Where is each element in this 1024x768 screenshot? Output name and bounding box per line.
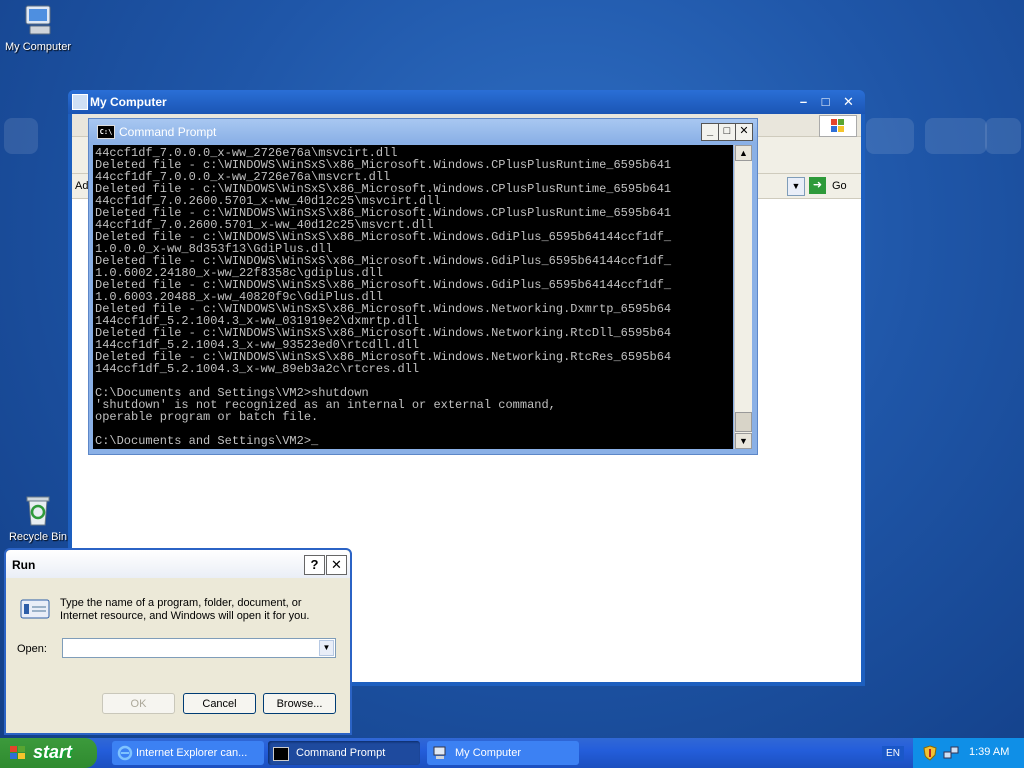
command-prompt-titlebar[interactable]: C:\ Command Prompt _ □ ✕ bbox=[89, 119, 757, 143]
ok-button[interactable]: OK bbox=[102, 693, 175, 714]
window-title: Command Prompt bbox=[119, 125, 217, 139]
clock[interactable]: 1:39 AM bbox=[969, 746, 1009, 758]
scroll-thumb[interactable] bbox=[735, 412, 752, 432]
internet-explorer-icon bbox=[117, 745, 133, 761]
language-indicator[interactable]: EN bbox=[882, 746, 904, 761]
address-dropdown-button[interactable]: ▼ bbox=[787, 177, 805, 196]
windows-flag-icon bbox=[9, 745, 27, 761]
close-button[interactable]: ✕ bbox=[326, 555, 347, 575]
scroll-up-arrow-icon[interactable]: ▲ bbox=[735, 145, 752, 161]
security-shield-icon[interactable] bbox=[923, 745, 937, 761]
cancel-button[interactable]: Cancel bbox=[183, 693, 256, 714]
open-dropdown-arrow-icon[interactable]: ▼ bbox=[319, 640, 334, 656]
taskbar-item-command-prompt[interactable]: Command Prompt bbox=[268, 741, 420, 765]
close-button[interactable]: ✕ bbox=[735, 123, 753, 141]
close-button[interactable]: ✕ bbox=[839, 93, 858, 110]
dialog-title: Run bbox=[12, 558, 36, 572]
my-computer-icon bbox=[432, 745, 448, 761]
system-tray: 1:39 AM bbox=[913, 738, 1024, 768]
command-prompt-icon bbox=[273, 747, 289, 761]
desktop-icon-label: My Computer bbox=[4, 41, 72, 53]
network-icon[interactable] bbox=[943, 745, 959, 761]
start-label: start bbox=[33, 742, 73, 762]
taskbar-item-internet-explorer[interactable]: Internet Explorer can... bbox=[112, 741, 264, 765]
my-computer-titlebar[interactable]: My Computer – □ ✕ bbox=[68, 90, 865, 114]
desktop-icon-recycle-bin[interactable]: Recycle Bin bbox=[0, 492, 78, 543]
my-computer-window-icon bbox=[72, 94, 88, 110]
start-button[interactable]: start bbox=[0, 738, 97, 768]
run-dialog[interactable]: Run ? ✕ Type the name of a program, fold… bbox=[4, 548, 352, 735]
taskbar-item-label: Command Prompt bbox=[296, 747, 386, 759]
run-dialog-titlebar[interactable]: Run ? ✕ bbox=[6, 550, 350, 578]
taskbar-item-label: Internet Explorer can... bbox=[136, 747, 248, 759]
maximize-button[interactable]: □ bbox=[718, 123, 736, 141]
open-combobox[interactable]: ▼ bbox=[62, 638, 336, 658]
help-button[interactable]: ? bbox=[304, 555, 325, 575]
run-program-icon bbox=[18, 597, 52, 621]
cmd-window-icon: C:\ bbox=[97, 125, 115, 139]
browse-button[interactable]: Browse... bbox=[263, 693, 336, 714]
console-text: 44ccf1df_7.0.0.0_x-ww_2726e76a\msvcirt.d… bbox=[95, 146, 672, 448]
maximize-button[interactable]: □ bbox=[816, 93, 835, 110]
go-button[interactable]: Go bbox=[832, 180, 847, 192]
window-title: My Computer bbox=[90, 95, 167, 109]
my-computer-icon bbox=[20, 2, 56, 38]
desktop-icon-label: Recycle Bin bbox=[8, 531, 68, 543]
taskbar-item-my-computer[interactable]: My Computer bbox=[427, 741, 579, 765]
run-description: Type the name of a program, folder, docu… bbox=[60, 597, 310, 622]
desktop-icon-my-computer[interactable]: My Computer bbox=[0, 2, 78, 53]
console-output[interactable]: 44ccf1df_7.0.0.0_x-ww_2726e76a\msvcirt.d… bbox=[93, 145, 733, 449]
go-arrow-icon[interactable]: ➜ bbox=[809, 177, 826, 194]
scroll-down-arrow-icon[interactable]: ▼ bbox=[735, 433, 752, 449]
address-label: Ad bbox=[75, 180, 89, 192]
minimize-button[interactable]: _ bbox=[701, 123, 719, 141]
minimize-button[interactable]: – bbox=[794, 93, 813, 110]
console-vertical-scrollbar[interactable]: ▲ ▼ bbox=[734, 145, 752, 449]
taskbar: start Internet Explorer can... Command P… bbox=[0, 738, 1024, 768]
recycle-bin-icon bbox=[20, 492, 56, 528]
taskbar-item-label: My Computer bbox=[455, 747, 522, 759]
command-prompt-window[interactable]: C:\ Command Prompt _ □ ✕ 44ccf1df_7.0.0.… bbox=[88, 118, 758, 455]
open-label: Open: bbox=[17, 643, 47, 655]
windows-logo-icon bbox=[819, 115, 857, 137]
